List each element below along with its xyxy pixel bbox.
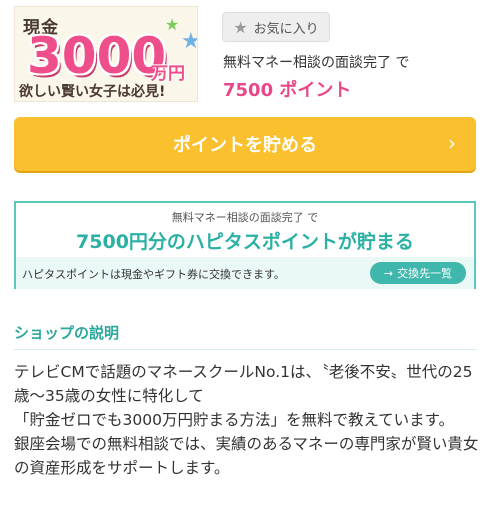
shop-description: テレビCMで話題のマネースクールNo.1は、〝老後不安〟世代の25歳〜35歳の女… (14, 360, 480, 480)
star-icon: ★ (233, 17, 248, 37)
hapitas-note: ハピタスポイントは現金やギフト券に交換できます。 (22, 268, 285, 281)
reward-condition: 無料マネー相談の面談完了 で (223, 55, 410, 71)
save-points-button[interactable]: ポイントを貯める › (14, 117, 476, 171)
favorite-button[interactable]: ★ お気に入り (222, 12, 330, 42)
save-points-label: ポイントを貯める (173, 135, 317, 156)
description-line: 銀座会場での無料相談では、実績のあるマネーの専門家が賢い貴女の資産形成をサポート… (14, 435, 479, 477)
banner-tagline: 欲しい賢い女子は必見! (19, 84, 166, 100)
reward-points: 7500 ポイント (223, 80, 352, 101)
exchange-list-button[interactable]: → 交換先一覧 (370, 262, 466, 284)
chevron-right-icon: › (448, 131, 456, 155)
banner-amount: 3000 (27, 27, 167, 85)
shop-description-title: ショップの説明 (14, 324, 120, 342)
blue-star-icon: ★ (181, 29, 197, 54)
arrow-right-icon: → (383, 266, 394, 280)
hapitas-condition: 無料マネー相談の面談完了 で (171, 211, 319, 224)
exchange-list-label: 交換先一覧 (397, 267, 453, 280)
favorite-label: お気に入り (253, 21, 319, 37)
description-line: 「貯金ゼロでも3000万円貯まる方法」を無料で教えています。 (14, 411, 455, 429)
hapitas-points-headline: 7500円分のハピタスポイントが貯まる (76, 231, 414, 253)
green-star-icon: ★ (165, 15, 180, 34)
promo-banner: 現金 3000 万円 欲しい賢い女子は必見! ★ ★ (14, 6, 198, 102)
hapitas-footer: ハピタスポイントは現金やギフト券に交換できます。 → 交換先一覧 (16, 257, 474, 289)
section-divider (14, 349, 476, 350)
hapitas-points-box: 無料マネー相談の面談完了 で 7500円分のハピタスポイントが貯まる ハピタスポ… (14, 201, 476, 289)
description-line: テレビCMで話題のマネースクールNo.1は、〝老後不安〟世代の25歳〜35歳の女… (14, 363, 473, 405)
